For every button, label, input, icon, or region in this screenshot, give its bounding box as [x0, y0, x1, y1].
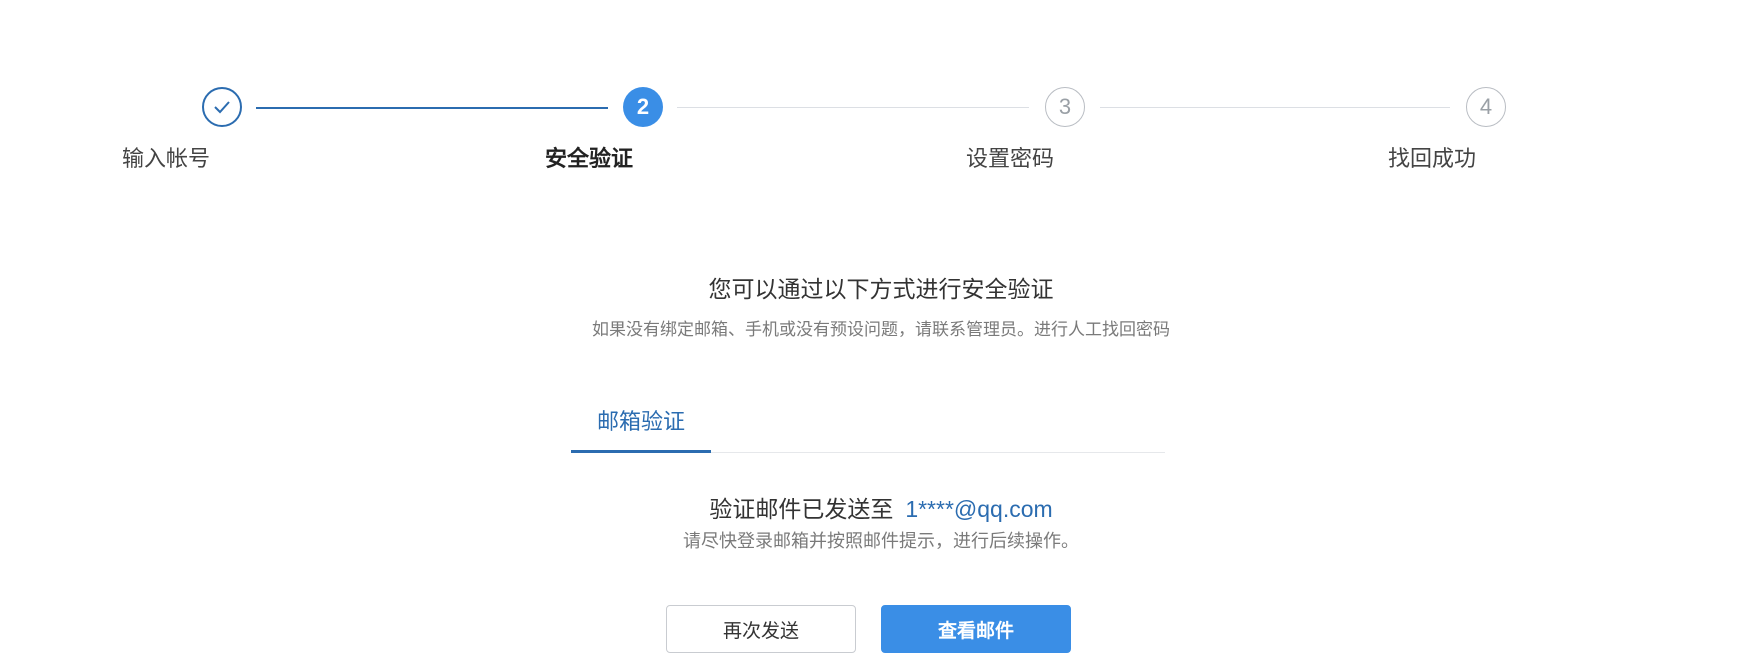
resend-button[interactable]: 再次发送 [666, 605, 856, 653]
email-sent-message: 验证邮件已发送至 1****@qq.com [0, 490, 1762, 524]
step-2-indicator: 2 [623, 87, 663, 127]
verification-tabs: 邮箱验证 [571, 400, 1165, 453]
step-4-indicator: 4 [1466, 87, 1506, 127]
check-icon [213, 94, 231, 120]
masked-email: 1****@qq.com [905, 496, 1053, 522]
step-3-label: 设置密码 [965, 147, 1054, 172]
step-connector-2 [677, 107, 1029, 108]
tab-email-verification[interactable]: 邮箱验证 [571, 400, 711, 453]
verification-subtitle: 如果没有绑定邮箱、手机或没有预设问题，请联系管理员。进行人工找回密码 [592, 320, 1170, 340]
step-1-label: 输入帐号 [121, 147, 210, 172]
step-3-indicator: 3 [1045, 87, 1085, 127]
step-connector-3 [1100, 107, 1450, 108]
progress-stepper: 2 3 4 输入帐号 安全验证 设置密码 找回成功 [0, 0, 1762, 200]
email-hint: 请尽快登录邮箱并按照邮件提示，进行后续操作。 [683, 531, 1079, 552]
step-connector-1 [256, 107, 608, 109]
verification-title: 您可以通过以下方式进行安全验证 [708, 277, 1054, 303]
step-4-label: 找回成功 [1387, 147, 1476, 172]
email-sent-text: 验证邮件已发送至 [709, 497, 894, 523]
step-2-label: 安全验证 [544, 147, 633, 172]
view-mail-button[interactable]: 查看邮件 [881, 605, 1071, 653]
step-1-indicator [202, 87, 242, 127]
